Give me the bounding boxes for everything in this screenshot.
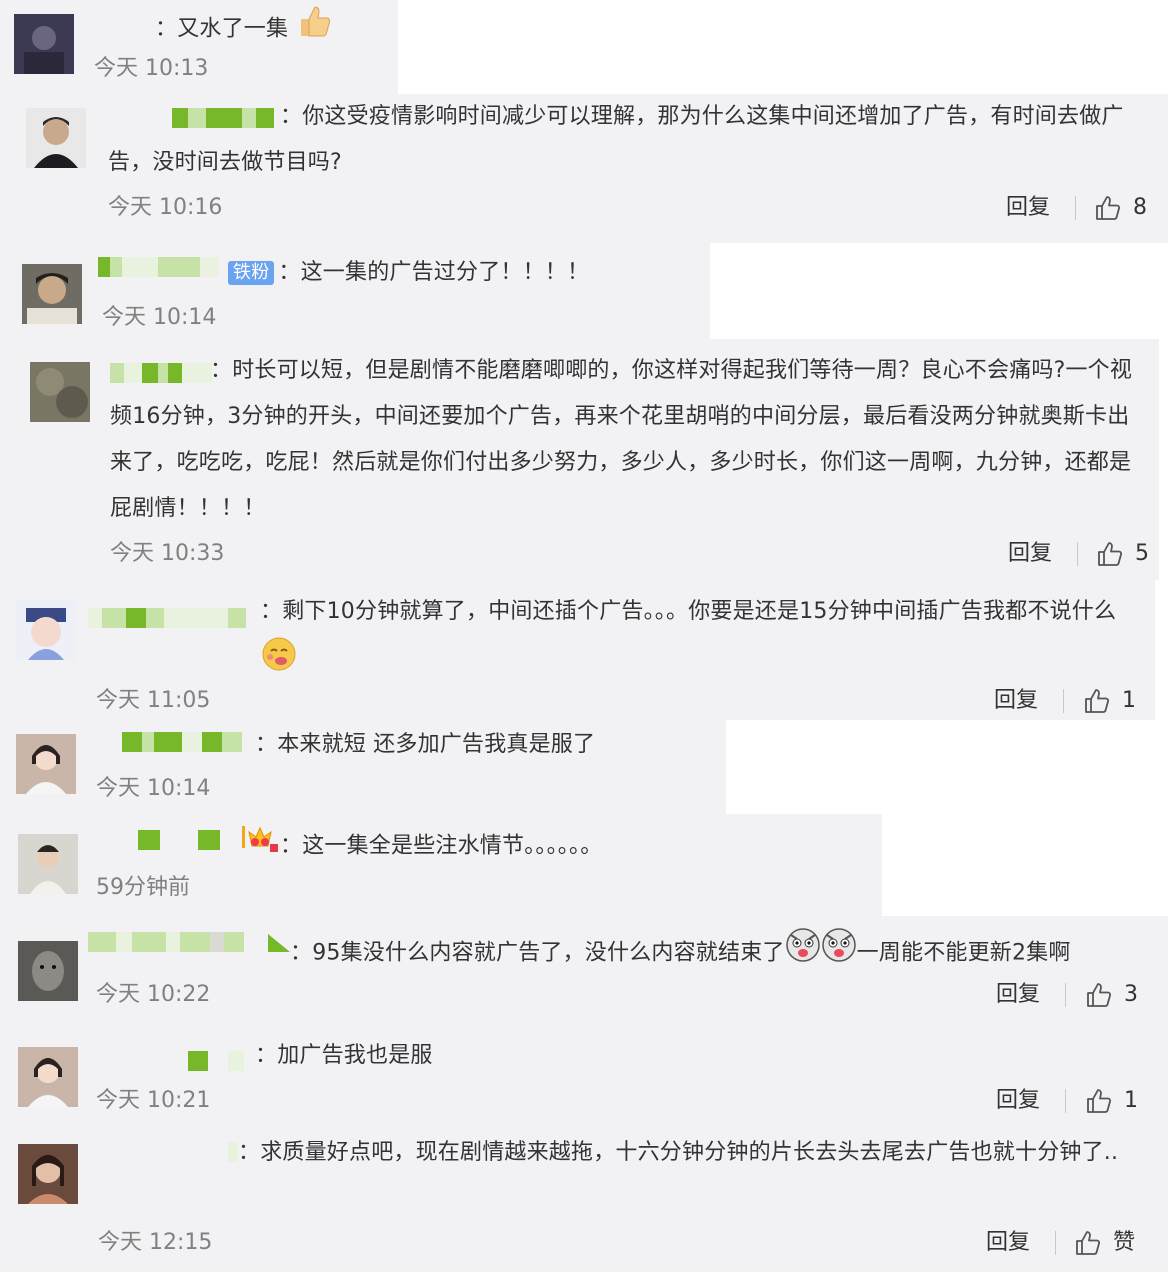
timestamp: 今天 10:33 xyxy=(110,541,225,566)
comment-card: ：又水了一集 今天 10:13 xyxy=(0,0,398,94)
comment-text: ：加广告我也是服 xyxy=(255,1043,433,1068)
comment-card: ：加广告我也是服 今天 10:21 回复 1 xyxy=(0,1025,1168,1130)
comment-card: ：你这受疫情影响时间减少可以理解，那为什么这集中间还增加了广告，有时间去做广告，… xyxy=(0,94,1168,243)
avatar[interactable] xyxy=(22,264,82,324)
like-count[interactable]: 8 xyxy=(1133,193,1147,223)
avatar[interactable] xyxy=(16,734,76,794)
fan-badge: 铁粉 xyxy=(228,261,275,285)
comment-text: 铁粉 ：这一集的广告过分了！！！！ xyxy=(228,250,589,296)
like-count[interactable]: 赞 xyxy=(1113,1228,1135,1258)
comment-card: ：求质量好点吧，现在剧情越来越拖，十六分钟分钟的片长去头去尾去广告也就十分钟了.… xyxy=(0,1130,1168,1272)
comment-card: ：剩下10分钟就算了，中间还插个广告。。。你要是还是15分钟中间插广告我都不说什… xyxy=(0,580,1155,720)
like-icon[interactable] xyxy=(1083,687,1111,715)
comment-text: ：这一集全是些注水情节。。。。。。 xyxy=(240,822,602,871)
divider xyxy=(1075,196,1076,220)
comment-text: ：求质量好点吧，现在剧情越来越拖，十六分钟分钟的片长去头去尾去广告也就十分钟了.… xyxy=(238,1140,1119,1165)
masked-username[interactable] xyxy=(188,1051,244,1071)
divider xyxy=(1065,983,1066,1007)
avatar[interactable] xyxy=(18,1047,78,1107)
comment-text: ：时长可以短，但是剧情不能磨磨唧唧的，你这样对得起我们等待一周？良心不会痛吗?一… xyxy=(110,358,1133,521)
comment-text: ：本来就短 还多加广告我真是服了 xyxy=(255,732,596,757)
reply-button[interactable]: 回复 xyxy=(986,1228,1030,1258)
masked-username[interactable] xyxy=(138,830,220,850)
like-count[interactable]: 5 xyxy=(1135,539,1149,569)
avatar[interactable] xyxy=(30,362,90,422)
timestamp: 今天 10:16 xyxy=(108,195,223,220)
comment-text: ：剩下10分钟就算了，中间还插个广告。。。你要是还是15分钟中间插广告我都不说什… xyxy=(96,589,1136,690)
avatar[interactable] xyxy=(18,1144,78,1204)
divider xyxy=(1065,1089,1066,1113)
timestamp: 今天 12:15 xyxy=(98,1230,213,1255)
comment-card: ：本来就短 还多加广告我真是服了 今天 10:14 xyxy=(0,720,726,814)
husky-emoji xyxy=(785,927,821,980)
comment-card: ：时长可以短，但是剧情不能磨磨唧唧的，你这样对得起我们等待一周？良心不会痛吗?一… xyxy=(0,339,1159,580)
like-icon[interactable] xyxy=(1074,1229,1102,1257)
avatar[interactable] xyxy=(18,834,78,894)
timestamp: 今天 10:14 xyxy=(96,776,211,801)
comment-card: ：95集没什么内容就广告了，没什么内容就结束了 一周能不能更新2集啊 今天 10… xyxy=(0,916,1168,1025)
reply-button[interactable]: 回复 xyxy=(996,1086,1040,1116)
reply-button[interactable]: 回复 xyxy=(994,686,1038,716)
like-count[interactable]: 3 xyxy=(1124,980,1138,1010)
like-count[interactable]: 1 xyxy=(1122,686,1136,716)
masked-username[interactable] xyxy=(122,732,242,752)
divider xyxy=(1077,542,1078,566)
divider xyxy=(1063,689,1064,713)
avatar[interactable] xyxy=(16,600,76,660)
like-icon[interactable] xyxy=(1085,981,1113,1009)
avatar[interactable] xyxy=(14,14,74,74)
like-count[interactable]: 1 xyxy=(1124,1086,1138,1116)
drooling-face-emoji xyxy=(96,635,298,690)
husky-emoji xyxy=(821,927,857,980)
comment-card: 铁粉 ：这一集的广告过分了！！！！ 今天 10:14 xyxy=(0,243,710,339)
reply-button[interactable]: 回复 xyxy=(1006,193,1050,223)
avatar[interactable] xyxy=(26,108,86,168)
like-icon[interactable] xyxy=(1094,194,1122,222)
name-mark xyxy=(268,934,290,954)
timestamp: 今天 11:05 xyxy=(96,688,211,713)
avatar[interactable] xyxy=(18,941,78,1001)
masked-username[interactable] xyxy=(88,932,244,952)
reply-button[interactable]: 回复 xyxy=(996,980,1040,1010)
like-icon[interactable] xyxy=(1096,540,1124,568)
timestamp: 今天 10:22 xyxy=(96,982,211,1007)
divider xyxy=(1055,1231,1056,1255)
timestamp: 今天 10:13 xyxy=(94,56,209,81)
crown-badge-icon xyxy=(240,822,280,871)
timestamp: 今天 10:21 xyxy=(96,1088,211,1113)
masked-username[interactable] xyxy=(98,257,218,277)
comment-text: ：又水了一集 xyxy=(155,2,333,57)
comment-text: ：你这受疫情影响时间减少可以理解，那为什么这集中间还增加了广告，有时间去做广告，… xyxy=(108,104,1124,175)
timestamp: 今天 10:14 xyxy=(102,305,217,330)
comment-card: ：这一集全是些注水情节。。。。。。 59分钟前 xyxy=(0,814,882,916)
comment-text: ：95集没什么内容就广告了，没什么内容就结束了 一周能不能更新2集啊 xyxy=(290,927,1071,980)
thumbs-up-emoji xyxy=(295,2,333,57)
reply-button[interactable]: 回复 xyxy=(1008,539,1052,569)
name-colon: ： xyxy=(155,16,178,42)
like-icon[interactable] xyxy=(1085,1087,1113,1115)
timestamp: 59分钟前 xyxy=(96,875,190,900)
